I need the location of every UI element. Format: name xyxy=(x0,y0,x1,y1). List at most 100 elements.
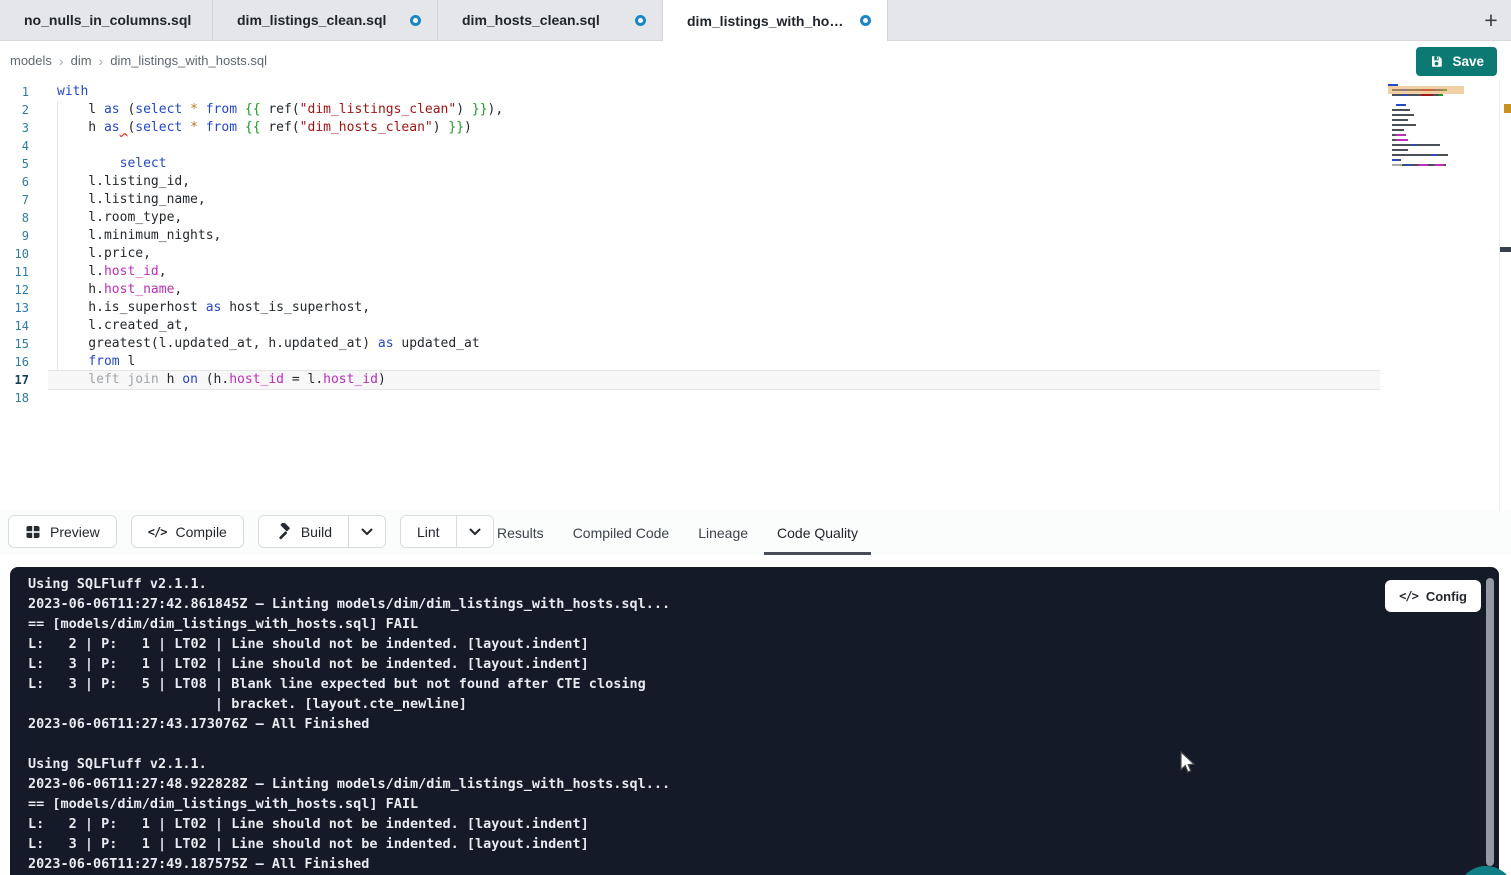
code-token xyxy=(237,102,245,117)
minimap-row xyxy=(1388,149,1464,151)
code-line-text[interactable]: l as (select * from {{ ref("dim_listings… xyxy=(48,101,503,119)
result-tabs: Results Compiled Code Lineage Code Quality xyxy=(497,510,858,555)
line-number: 11 xyxy=(0,263,48,281)
config-button[interactable]: </> Config xyxy=(1385,580,1481,612)
terminal-scrollbar[interactable] xyxy=(1486,578,1494,866)
code-line-text[interactable]: h.host_name, xyxy=(48,281,182,299)
minimap-row xyxy=(1388,134,1464,136)
tab-dim-listings-clean-sql[interactable]: dim_listings_clean.sql xyxy=(213,0,438,40)
lint-button[interactable]: Lint xyxy=(401,516,456,547)
code-token: host_id xyxy=(323,372,378,387)
code-area[interactable]: 1with2 l as (select * from {{ ref("dim_l… xyxy=(0,83,503,407)
code-token: , xyxy=(159,264,167,279)
code-token: ref( xyxy=(261,120,300,135)
minimap-segment xyxy=(1392,124,1416,126)
save-label: Save xyxy=(1452,54,1484,69)
code-line-text[interactable]: h as (select * from {{ ref("dim_hosts_cl… xyxy=(48,119,472,137)
code-line-text[interactable]: with xyxy=(48,83,88,101)
code-token: greatest(l.updated_at, h.updated_at) xyxy=(57,336,378,351)
code-token: updated_at xyxy=(394,336,480,351)
code-token: ( xyxy=(120,102,136,117)
breadcrumb-item[interactable]: dim_listings_with_hosts.sql xyxy=(110,53,267,68)
tab-no-nulls-in-columns-sql[interactable]: no_nulls_in_columns.sql xyxy=(0,0,213,40)
code-line-text[interactable]: from l xyxy=(48,353,135,371)
mouse-cursor xyxy=(1176,750,1198,780)
terminal-line: 2023-06-06T11:27:42.861845Z — Linting mo… xyxy=(28,594,670,614)
code-line-text[interactable]: select xyxy=(48,155,167,173)
code-line-text[interactable]: greatest(l.updated_at, h.updated_at) as … xyxy=(48,335,480,353)
code-token: on xyxy=(182,372,198,387)
code-token: ref( xyxy=(261,102,300,117)
code-token: , xyxy=(174,282,182,297)
new-tab-button[interactable]: + xyxy=(1477,6,1505,34)
minimap-row xyxy=(1388,109,1464,111)
code-line: 8 l.room_type, xyxy=(0,209,503,227)
tab-dim-hosts-clean-sql[interactable]: dim_hosts_clean.sql xyxy=(438,0,663,40)
code-token: }} xyxy=(448,120,464,135)
result-tab-label: Compiled Code xyxy=(573,525,670,541)
build-split-button: Build xyxy=(258,515,386,548)
code-line-text[interactable]: l.listing_name, xyxy=(48,191,206,209)
code-line: 18 xyxy=(0,389,503,407)
code-line-text[interactable] xyxy=(48,137,57,155)
lint-dropdown-button[interactable] xyxy=(456,516,493,547)
compile-button[interactable]: </>Compile xyxy=(131,515,244,548)
code-editor[interactable]: 1with2 l as (select * from {{ ref("dim_l… xyxy=(0,80,1511,510)
line-number: 1 xyxy=(0,83,48,101)
code-line-text[interactable]: l.created_at, xyxy=(48,317,190,335)
code-token xyxy=(57,156,120,171)
line-number: 7 xyxy=(0,191,48,209)
minimap-segment xyxy=(1388,104,1396,106)
code-token xyxy=(198,102,206,117)
code-line-text[interactable]: l.minimum_nights, xyxy=(48,227,221,245)
tab-results[interactable]: Results xyxy=(497,510,544,555)
minimap-segment xyxy=(1392,144,1412,146)
code-line-text[interactable]: l.host_id, xyxy=(48,263,167,281)
code-token: as xyxy=(104,102,120,117)
code-token: h. xyxy=(57,282,104,297)
code-line-text[interactable] xyxy=(48,389,57,407)
code-line-text[interactable]: l.listing_id, xyxy=(48,173,190,191)
code-token: host_id xyxy=(104,264,159,279)
overview-warning-marker xyxy=(1504,104,1511,113)
code-line-text[interactable]: left join h on (h.host_id = l.host_id) xyxy=(48,371,386,389)
code-token: host_name xyxy=(104,282,174,297)
code-token: as xyxy=(206,300,222,315)
breadcrumb-item[interactable]: dim xyxy=(71,53,92,68)
chevron-down-icon xyxy=(361,528,373,536)
code-line-text[interactable]: h.is_superhost as host_is_superhost, xyxy=(48,299,370,317)
code-line-text[interactable]: l.room_type, xyxy=(48,209,182,227)
preview-button[interactable]: Preview xyxy=(8,515,117,548)
code-line: 6 l.listing_id, xyxy=(0,173,503,191)
result-tab-label: Lineage xyxy=(698,525,748,541)
breadcrumb-item[interactable]: models xyxy=(10,53,52,68)
tab-compiled-code[interactable]: Compiled Code xyxy=(573,510,670,555)
line-number: 18 xyxy=(0,389,48,407)
code-token: ) xyxy=(378,372,386,387)
build-button[interactable]: Build xyxy=(259,516,348,547)
code-token: ) xyxy=(464,120,472,135)
code-line-text[interactable]: l.price, xyxy=(48,245,151,263)
build-dropdown-button[interactable] xyxy=(348,516,385,547)
hammer-icon xyxy=(275,523,292,540)
terminal-line: Using SQLFluff v2.1.1. xyxy=(28,754,670,774)
save-button[interactable]: Save xyxy=(1416,47,1497,76)
tab-dim-listings-with-hosts-sql[interactable]: dim_listings_with_hosts.sql xyxy=(663,0,888,41)
code-token: (h. xyxy=(198,372,229,387)
line-number: 15 xyxy=(0,335,48,353)
tab-lineage[interactable]: Lineage xyxy=(698,510,748,555)
minimap[interactable] xyxy=(1388,84,1464,174)
code-token: l.room_type, xyxy=(57,210,182,225)
overview-ruler-border xyxy=(1499,80,1500,510)
minimap-row xyxy=(1388,129,1464,131)
code-line: 12 h.host_name, xyxy=(0,281,503,299)
tab-label: dim_listings_with_hosts.sql xyxy=(687,13,851,29)
terminal-line: L: 3 | P: 1 | LT02 | Line should not be … xyxy=(28,834,670,854)
minimap-segment xyxy=(1398,159,1401,161)
minimap-segment xyxy=(1436,154,1448,156)
code-token: h xyxy=(57,120,104,135)
minimap-segment xyxy=(1396,134,1406,136)
tab-code-quality[interactable]: Code Quality xyxy=(777,510,858,555)
minimap-segment xyxy=(1396,139,1408,141)
grid-icon xyxy=(25,524,41,540)
